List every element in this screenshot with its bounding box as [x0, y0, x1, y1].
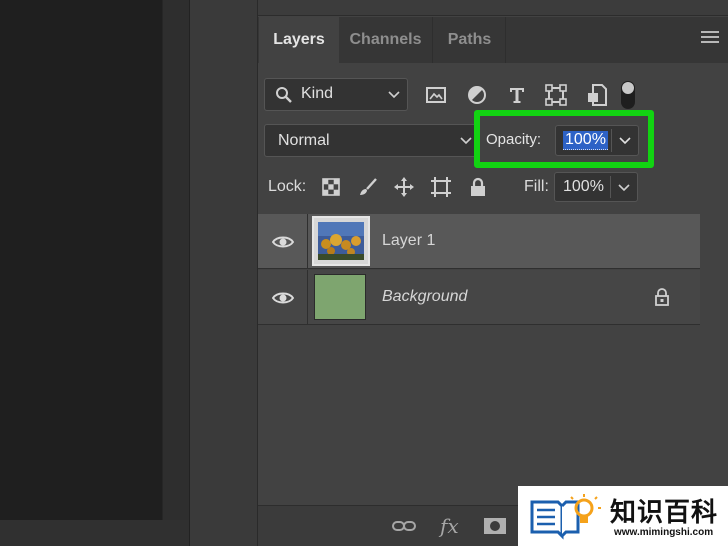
canvas-bottom-bar — [0, 520, 189, 546]
layer-thumbnail — [314, 274, 366, 320]
document-canvas — [0, 0, 162, 520]
book-lightbulb-logo — [530, 494, 601, 540]
lock-image-pixels-icon[interactable] — [356, 175, 380, 199]
layer-thumbnail — [312, 216, 370, 266]
smart-object-filter-icon[interactable] — [584, 82, 610, 108]
tab-paths[interactable]: Paths — [434, 17, 506, 63]
chevron-down-icon[interactable] — [618, 184, 630, 192]
chevron-down-icon[interactable] — [619, 137, 631, 145]
filter-toggle-icon[interactable] — [619, 80, 637, 110]
lock-label: Lock: — [268, 178, 307, 195]
layer-name[interactable]: Layer 1 — [382, 232, 435, 250]
lock-all-icon[interactable] — [466, 175, 490, 199]
watermark-url: www.mimingshi.com — [614, 527, 714, 538]
fx-icon[interactable]: fx — [440, 514, 459, 538]
filter-kind-label: Kind — [301, 85, 334, 102]
chevron-down-icon — [388, 91, 400, 99]
hamburger-icon[interactable] — [701, 31, 719, 47]
lock-artboard-icon[interactable] — [429, 175, 453, 199]
row-spacer — [700, 270, 728, 325]
link-layers-icon[interactable] — [392, 520, 416, 532]
layer-row[interactable]: Background — [258, 270, 700, 325]
photo-thumbnail — [318, 222, 364, 260]
blend-mode-dropdown[interactable]: Normal — [264, 124, 478, 157]
image-filter-icon[interactable] — [423, 82, 449, 108]
lock-position-icon[interactable] — [392, 175, 416, 199]
field-divider — [611, 129, 612, 152]
tab-channels[interactable]: Channels — [339, 17, 433, 63]
opacity-label: Opacity: — [486, 131, 542, 148]
layer-mask-icon[interactable] — [484, 518, 506, 534]
eye-icon[interactable] — [271, 291, 294, 305]
layer-name[interactable]: Background — [382, 288, 467, 306]
lock-transparent-pixels-icon[interactable] — [319, 175, 343, 199]
panel-top-bar — [258, 0, 728, 16]
canvas-scroll-strip — [162, 0, 189, 546]
opacity-value[interactable]: 100% — [563, 131, 608, 150]
adjustment-filter-icon[interactable] — [464, 82, 490, 108]
lock-icon[interactable] — [654, 288, 670, 306]
eye-icon[interactable] — [271, 235, 294, 249]
chevron-down-icon — [460, 137, 472, 145]
opacity-input[interactable]: 100% — [555, 125, 639, 156]
layers-panel: Layers Channels Paths Kind Normal Opacit… — [257, 0, 728, 546]
watermark-text: 知识百科 — [610, 497, 719, 527]
field-divider — [610, 176, 611, 198]
panel-gutter — [189, 0, 257, 546]
fill-label: Fill: — [524, 178, 549, 195]
shape-filter-icon[interactable] — [543, 82, 569, 108]
visibility-toggle[interactable] — [258, 214, 308, 269]
watermark: 知识百科 www.mimingshi.com — [518, 486, 728, 546]
search-icon — [276, 87, 292, 103]
type-filter-icon[interactable] — [504, 82, 530, 108]
visibility-toggle[interactable] — [258, 270, 308, 325]
panel-tab-bar: Layers Channels Paths — [258, 17, 728, 63]
fill-value[interactable]: 100% — [563, 178, 604, 196]
filter-kind-dropdown[interactable]: Kind — [264, 78, 408, 111]
blend-mode-value: Normal — [278, 132, 330, 149]
layer-row[interactable]: Layer 1 — [258, 214, 700, 269]
fill-input[interactable]: 100% — [554, 172, 638, 202]
tab-layers[interactable]: Layers — [259, 17, 339, 63]
row-spacer — [700, 214, 728, 269]
